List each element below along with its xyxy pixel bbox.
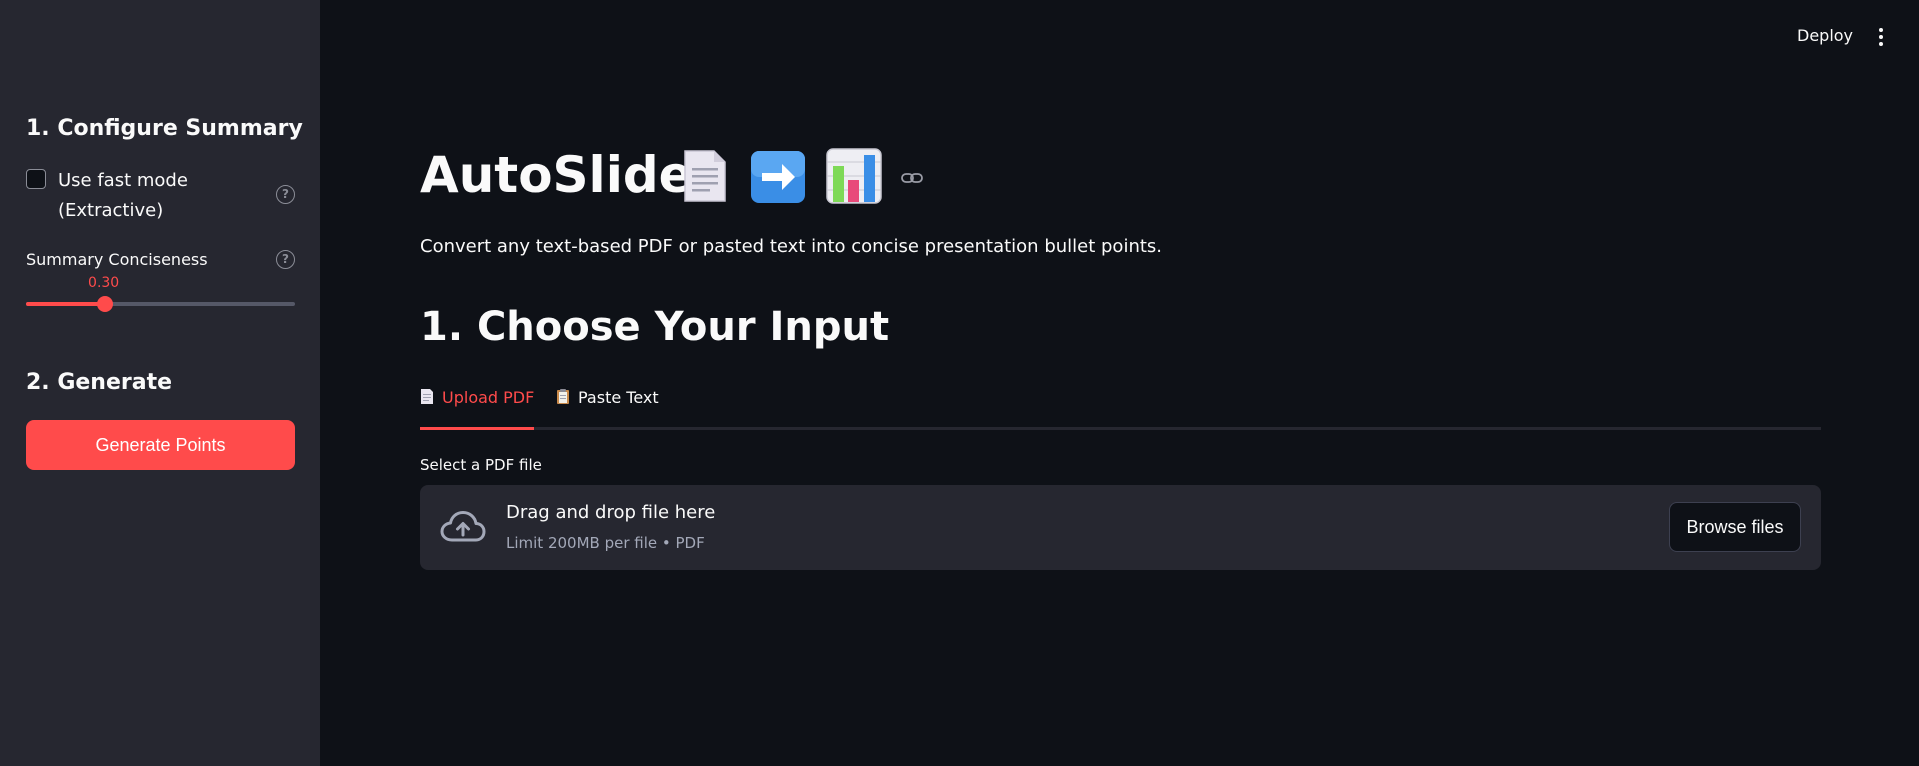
vertical-ellipsis-icon[interactable] [1874, 28, 1888, 48]
file-dropzone[interactable]: Drag and drop file here Limit 200MB per … [420, 485, 1821, 570]
right-arrow-emoji-icon [751, 151, 805, 203]
sidebar: 1. Configure Summary Use fast mode (Extr… [0, 0, 320, 766]
conciseness-help-icon[interactable]: ? [276, 250, 295, 269]
fast-mode-label[interactable]: Use fast mode (Extractive) [58, 166, 248, 226]
conciseness-slider-value: 0.30 [88, 275, 120, 291]
generate-points-button[interactable]: Generate Points [26, 420, 295, 470]
bar-chart-emoji-icon [826, 148, 882, 204]
sidebar-section-generate-title: 2. Generate [26, 370, 173, 395]
dropzone-limit-text: Limit 200MB per file • PDF [506, 534, 705, 552]
page-title: AutoSlide [420, 146, 693, 204]
app-root: 1. Configure Summary Use fast mode (Extr… [0, 0, 1919, 766]
browse-files-button[interactable]: Browse files [1669, 502, 1801, 552]
tab-paste-text[interactable]: Paste Text [556, 388, 659, 430]
cloud-upload-icon [440, 511, 486, 542]
conciseness-slider-thumb[interactable] [97, 296, 114, 312]
dropzone-title: Drag and drop file here [506, 502, 716, 523]
page-emoji-icon [421, 389, 433, 404]
clipboard-emoji-icon [557, 389, 569, 404]
conciseness-slider-fill [26, 302, 106, 306]
sidebar-section-configure-title: 1. Configure Summary [26, 116, 303, 141]
page-emoji-icon [684, 150, 726, 202]
tab-upload-pdf[interactable]: Upload PDF [420, 388, 534, 430]
section-title-choose-input: 1. Choose Your Input [420, 304, 890, 350]
link-icon[interactable] [900, 170, 924, 186]
file-uploader-label: Select a PDF file [420, 456, 542, 474]
conciseness-slider-track[interactable] [26, 302, 295, 306]
page-subtitle: Convert any text-based PDF or pasted tex… [420, 236, 1163, 257]
fast-mode-help-icon[interactable]: ? [276, 185, 295, 204]
input-tabs: Upload PDF Paste Text [420, 388, 1821, 432]
conciseness-slider-label: Summary Conciseness [26, 250, 208, 269]
tab-paste-text-label: Paste Text [578, 388, 659, 407]
fast-mode-checkbox[interactable] [26, 169, 46, 189]
fast-mode-checkbox-row[interactable]: Use fast mode (Extractive) [26, 166, 296, 222]
deploy-button[interactable]: Deploy [1797, 26, 1853, 45]
tab-upload-pdf-label: Upload PDF [442, 388, 535, 407]
active-tab-indicator [420, 427, 534, 430]
